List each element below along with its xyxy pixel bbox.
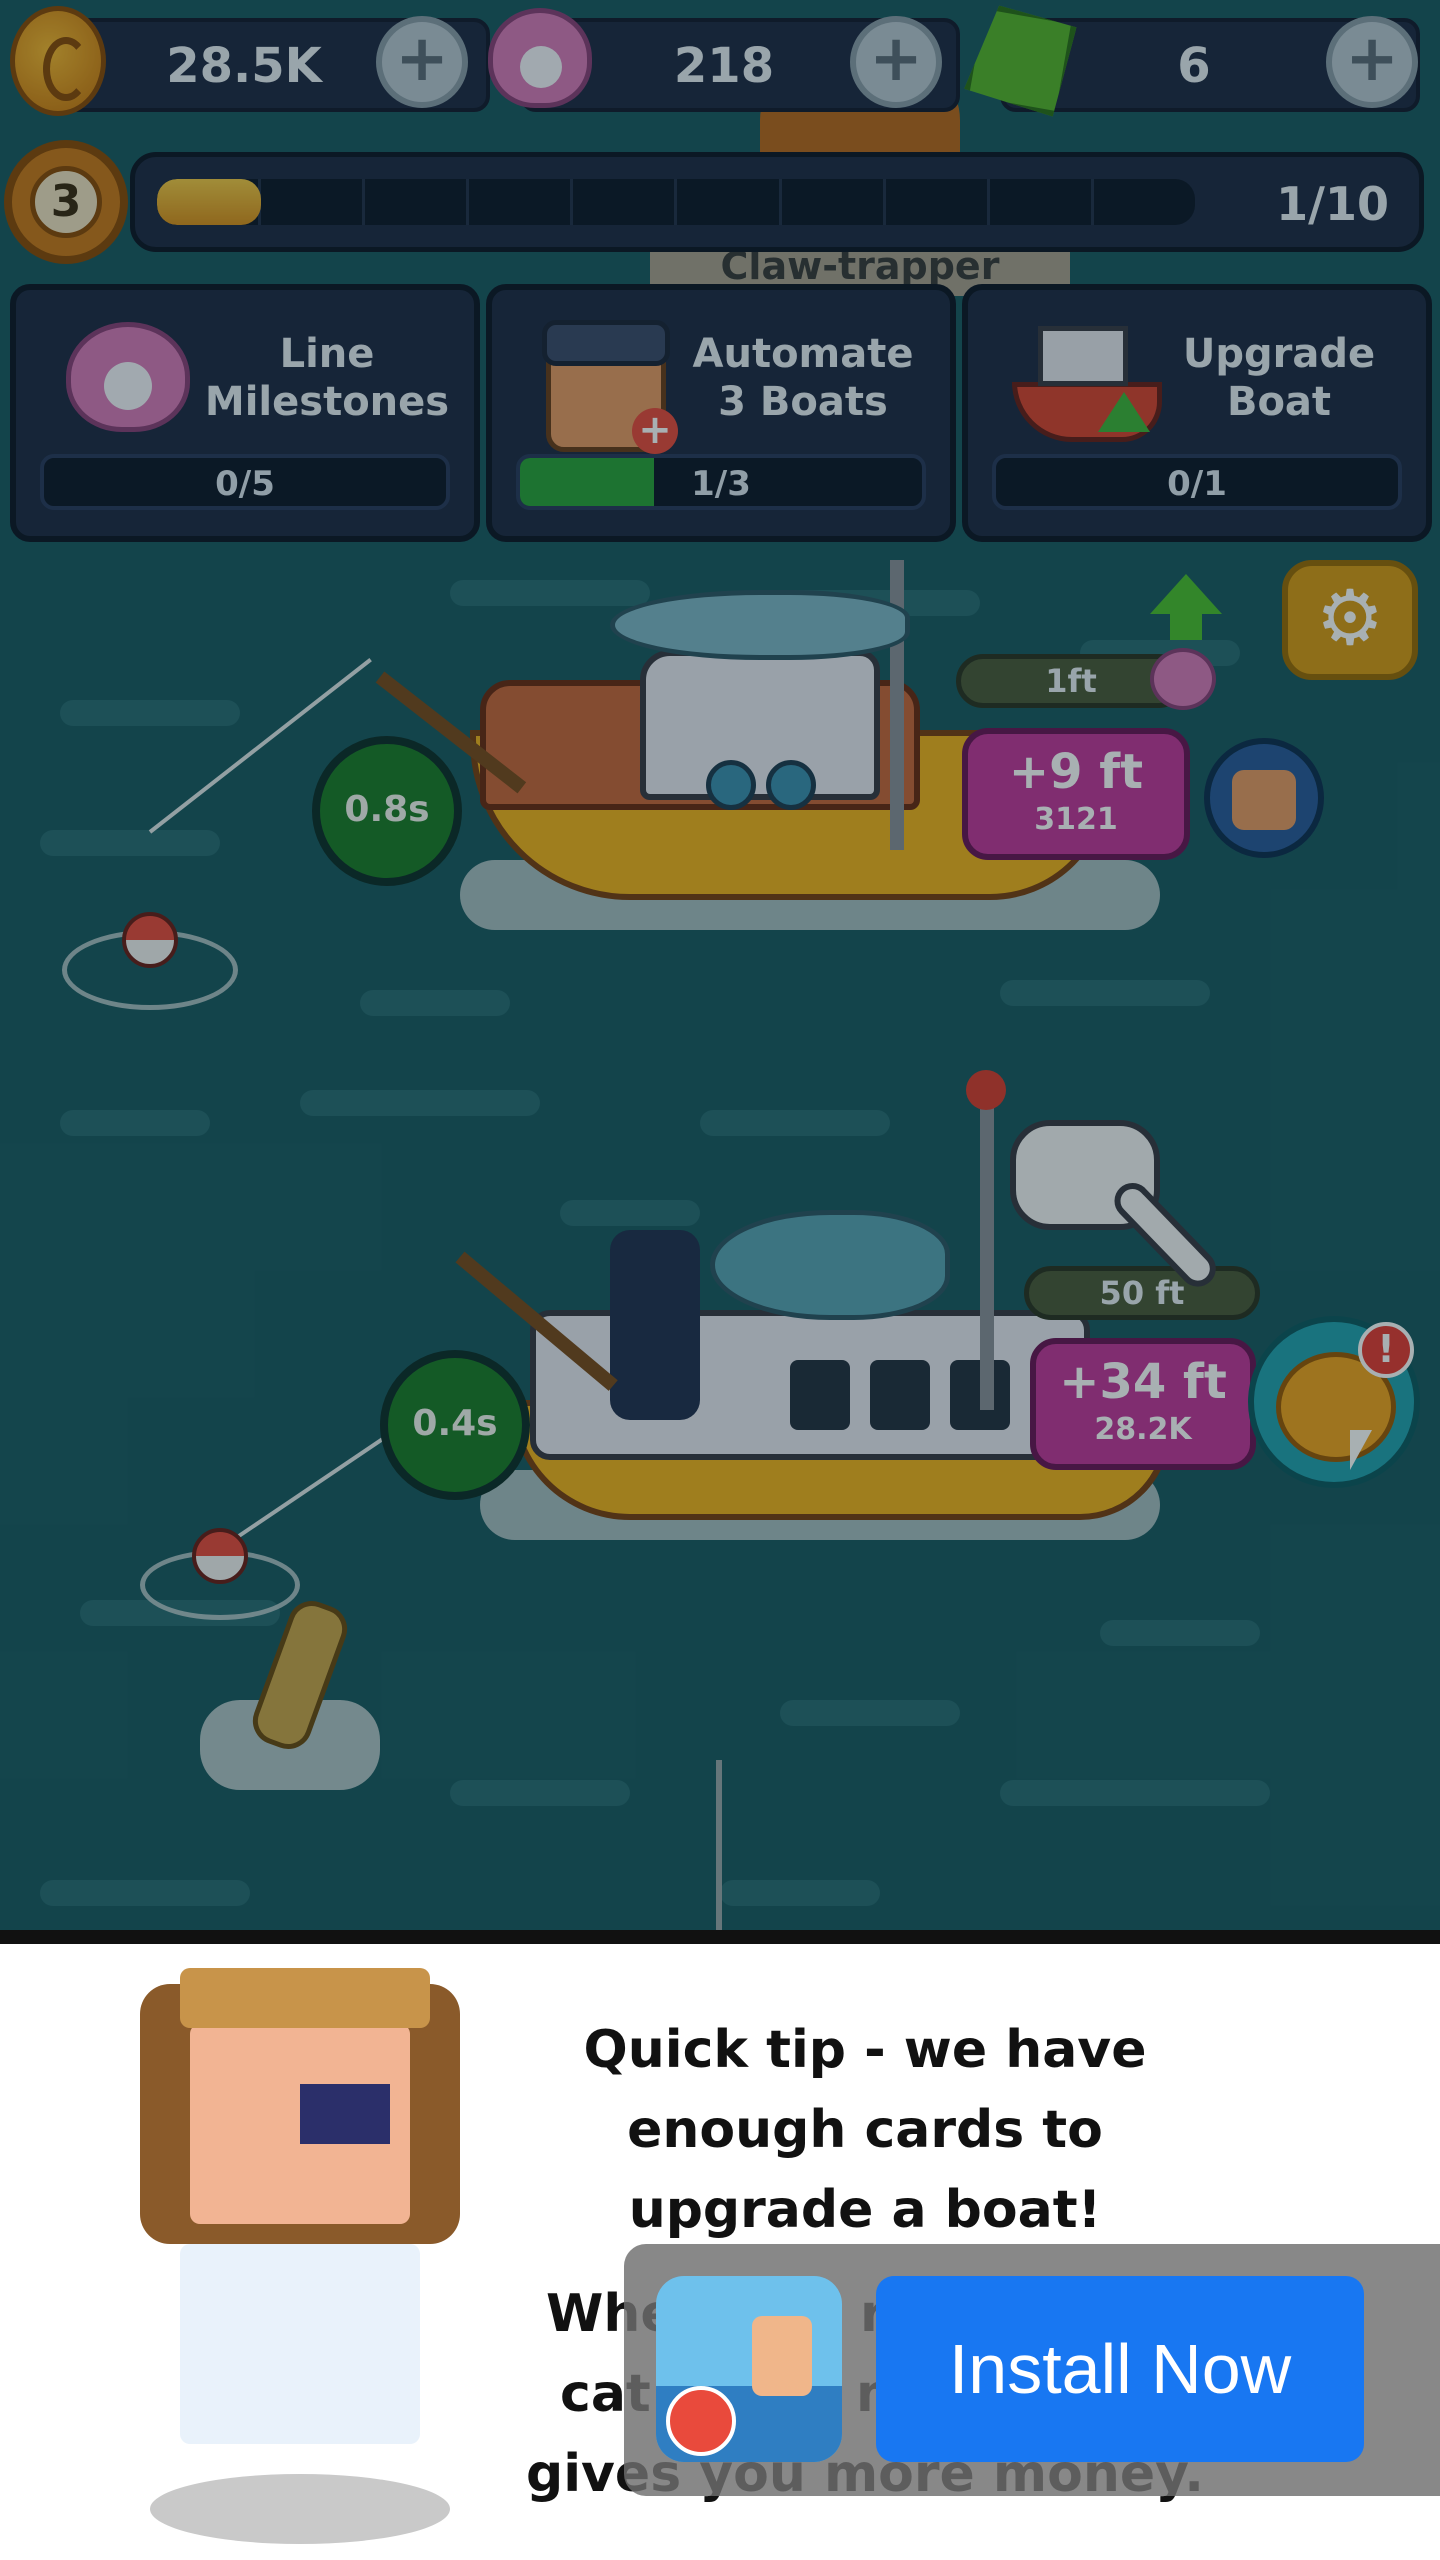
- app-icon[interactable]: [656, 2276, 842, 2462]
- pirate-character: [140, 1944, 480, 2544]
- tip-heading: Quick tip - we have enough cards to upgr…: [583, 2020, 1147, 2240]
- install-ad-bar: Install Now: [624, 2244, 1440, 2496]
- install-now-button[interactable]: Install Now: [876, 2276, 1364, 2462]
- game-viewport[interactable]: Claw-trapper 28.5K + 218 + 6 + 1/10 3 Li…: [0, 0, 1440, 1930]
- tutorial-overlay: [0, 0, 1440, 1930]
